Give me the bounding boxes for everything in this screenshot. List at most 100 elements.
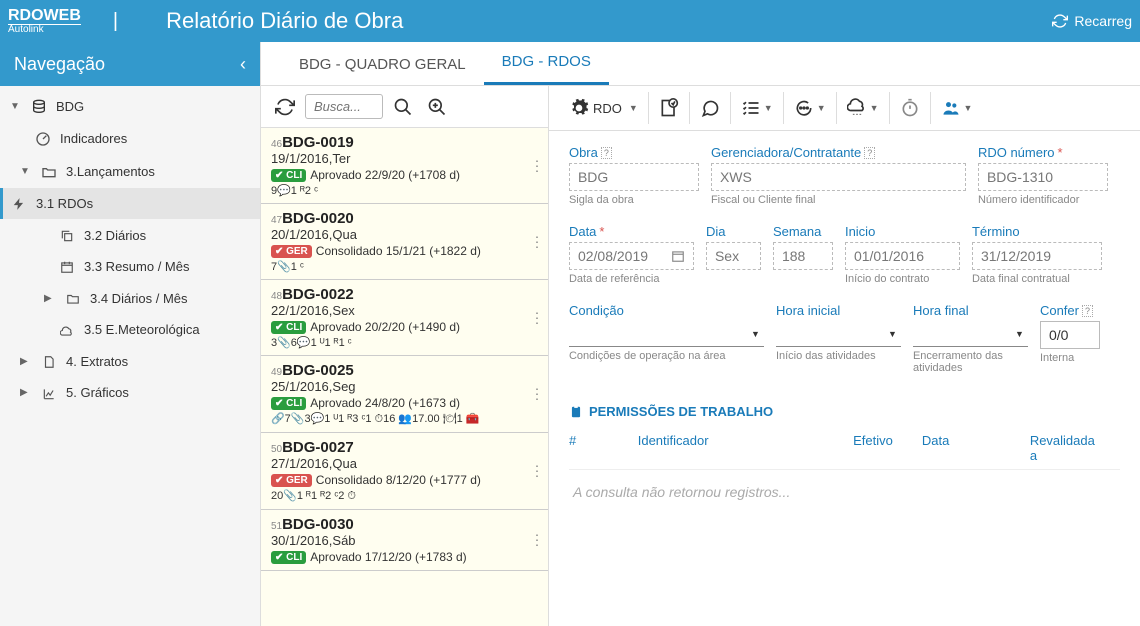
field-termino: Término 31/12/2019 Data final contratual [972, 224, 1102, 285]
title-separator: | [113, 10, 118, 33]
tree-root-bdg[interactable]: ▼ BDG [0, 90, 260, 123]
input-inicio[interactable]: 01/01/2016 [845, 242, 960, 270]
note-button[interactable] [649, 92, 690, 124]
chevron-right-icon: ▶ [20, 387, 32, 398]
tree-meteo[interactable]: 3.5 E.Meteorológica [0, 314, 260, 346]
section-permissoes: PERMISSÕES DE TRABALHO [569, 404, 1120, 419]
people-menu[interactable]: ▼ [931, 92, 983, 124]
refresh-button[interactable] [271, 92, 299, 121]
chevron-right-icon: ▶ [20, 356, 32, 367]
tree-graficos[interactable]: ▶ 5. Gráficos [0, 377, 260, 409]
list-item[interactable]: 51BDG-003030/1/2016,Sáb✔ CLIAprovado 17/… [261, 510, 548, 571]
tree-resumo[interactable]: 3.3 Resumo / Mês [0, 251, 260, 283]
calendar-icon [58, 259, 76, 275]
gauge-icon [34, 131, 52, 148]
more-icon[interactable]: ⋮ [530, 309, 544, 326]
list-column: 46BDG-001919/1/2016,Ter✔ CLIAprovado 22/… [261, 86, 549, 626]
input-rdo-num[interactable]: BDG-1310 [978, 163, 1108, 191]
field-obra: Obra? BDG Sigla da obra [569, 145, 699, 206]
cloud-icon [58, 322, 76, 338]
chevron-right-icon: ▶ [44, 293, 56, 304]
status-badge: ✔ GER [271, 245, 312, 258]
tree-extratos[interactable]: ▶ 4. Extratos [0, 346, 260, 378]
more-icon[interactable]: ⋮ [530, 157, 544, 174]
logo: RDOWEB Autolink [8, 8, 81, 35]
rdo-menu[interactable]: RDO ▼ [559, 92, 649, 124]
checklist-icon [741, 98, 761, 118]
reload-icon [1052, 13, 1068, 29]
meta-row: 🔗7📎3💬1 ᵁ1 ᴿ3 ᶜ1 ⏱16 👥17.00 🍽1 🧰 [271, 412, 538, 426]
chat-menu[interactable]: ▼ [784, 92, 837, 124]
nav-header[interactable]: Navegação ‹ [0, 42, 260, 86]
empty-message: A consulta não retornou registros... [569, 470, 1120, 514]
tree-diarios[interactable]: 3.2 Diários [0, 219, 260, 251]
rdo-list: 46BDG-001919/1/2016,Ter✔ CLIAprovado 22/… [261, 128, 548, 626]
meta-row: 7📎1 ᶜ [271, 260, 538, 273]
status-badge: ✔ CLI [271, 551, 306, 564]
copy-icon [58, 227, 76, 243]
status-badge: ✔ GER [271, 474, 312, 487]
field-semana: Semana 188 [773, 224, 833, 285]
input-obra[interactable]: BDG [569, 163, 699, 191]
help-icon[interactable]: ? [601, 147, 612, 159]
speech-icon [700, 98, 720, 118]
help-icon[interactable]: ? [1082, 305, 1093, 317]
meta-row: 9💬1 ᴿ2 ᶜ [271, 184, 538, 197]
input-gerenciadora[interactable]: XWS [711, 163, 966, 191]
detail-column: RDO ▼ ▼ ▼ [549, 86, 1140, 626]
sidebar: Navegação ‹ ▼ BDG Indicadores ▼ [0, 42, 261, 626]
search-input[interactable] [305, 94, 383, 119]
select-hora-final[interactable]: ▼ [913, 321, 1028, 347]
tab-rdos[interactable]: BDG - RDOS [484, 41, 609, 85]
folder-open-icon [40, 163, 58, 180]
list-item[interactable]: 50BDG-002727/1/2016,Qua✔ GERConsolidado … [261, 433, 548, 510]
field-hora-inicial: Hora inicial ▼ Início das atividades [776, 303, 901, 374]
collapse-icon[interactable]: ‹ [240, 54, 246, 75]
select-condicao[interactable]: ▼ [569, 321, 764, 347]
reload-button[interactable]: Recarreg [1052, 13, 1132, 29]
field-inicio: Inicio 01/01/2016 Início do contrato [845, 224, 960, 285]
bolt-icon [10, 196, 28, 212]
app-header: RDOWEB Autolink | Relatório Diário de Ob… [0, 0, 1140, 42]
meta-row: 20📎1 ᴿ1 ᴿ2 ᶜ2 ⏱ [271, 489, 538, 503]
tree-indicadores[interactable]: Indicadores [0, 123, 260, 156]
input-confer[interactable] [1040, 321, 1100, 349]
meta-row: 3📎6💬1 ᵁ1 ᴿ1 ᶜ [271, 336, 538, 349]
timer-button[interactable] [890, 92, 931, 124]
input-data[interactable]: 02/08/2019 [569, 242, 694, 270]
more-icon[interactable]: ⋮ [530, 532, 544, 549]
list-item[interactable]: 46BDG-001919/1/2016,Ter✔ CLIAprovado 22/… [261, 128, 548, 204]
chevron-down-icon: ▼ [10, 101, 22, 112]
field-gerenciadora: Gerenciadora/Contratante? XWS Fiscal ou … [711, 145, 966, 206]
search-button[interactable] [389, 92, 417, 121]
checklist-menu[interactable]: ▼ [731, 92, 784, 124]
weather-menu[interactable]: ▼ [837, 92, 890, 124]
input-semana[interactable]: 188 [773, 242, 833, 270]
tree-diarios-mes[interactable]: ▶ 3.4 Diários / Mês [0, 282, 260, 314]
help-icon[interactable]: ? [864, 147, 875, 159]
select-hora-inicial[interactable]: ▼ [776, 321, 901, 347]
tree-rdos[interactable]: 3.1 RDOs [0, 188, 260, 220]
input-termino[interactable]: 31/12/2019 [972, 242, 1102, 270]
list-item[interactable]: 49BDG-002525/1/2016,Seg✔ CLIAprovado 24/… [261, 356, 548, 433]
note-icon [659, 98, 679, 118]
database-icon [30, 98, 48, 115]
tab-quadro-geral[interactable]: BDG - QUADRO GERAL [281, 44, 484, 85]
chevron-down-icon: ▼ [20, 166, 32, 177]
field-data: Data* 02/08/2019 Data de referência [569, 224, 694, 285]
list-item[interactable]: 48BDG-002222/1/2016,Sex✔ CLIAprovado 20/… [261, 280, 548, 356]
tree-lancamentos[interactable]: ▼ 3.Lançamentos [0, 155, 260, 188]
people-icon [941, 98, 961, 118]
comment-button[interactable] [690, 92, 731, 124]
status-badge: ✔ CLI [271, 397, 306, 410]
zoom-button[interactable] [423, 92, 451, 121]
more-icon[interactable]: ⋮ [530, 463, 544, 480]
clipboard-icon [569, 405, 583, 419]
document-icon [40, 354, 58, 370]
input-dia[interactable]: Sex [706, 242, 761, 270]
detail-toolbar: RDO ▼ ▼ ▼ [549, 86, 1140, 131]
more-icon[interactable]: ⋮ [530, 386, 544, 403]
list-item[interactable]: 47BDG-002020/1/2016,Qua✔ GERConsolidado … [261, 204, 548, 280]
more-icon[interactable]: ⋮ [530, 233, 544, 250]
permissoes-table-head: # Identificador Efetivo Data Revalidada … [569, 427, 1120, 470]
